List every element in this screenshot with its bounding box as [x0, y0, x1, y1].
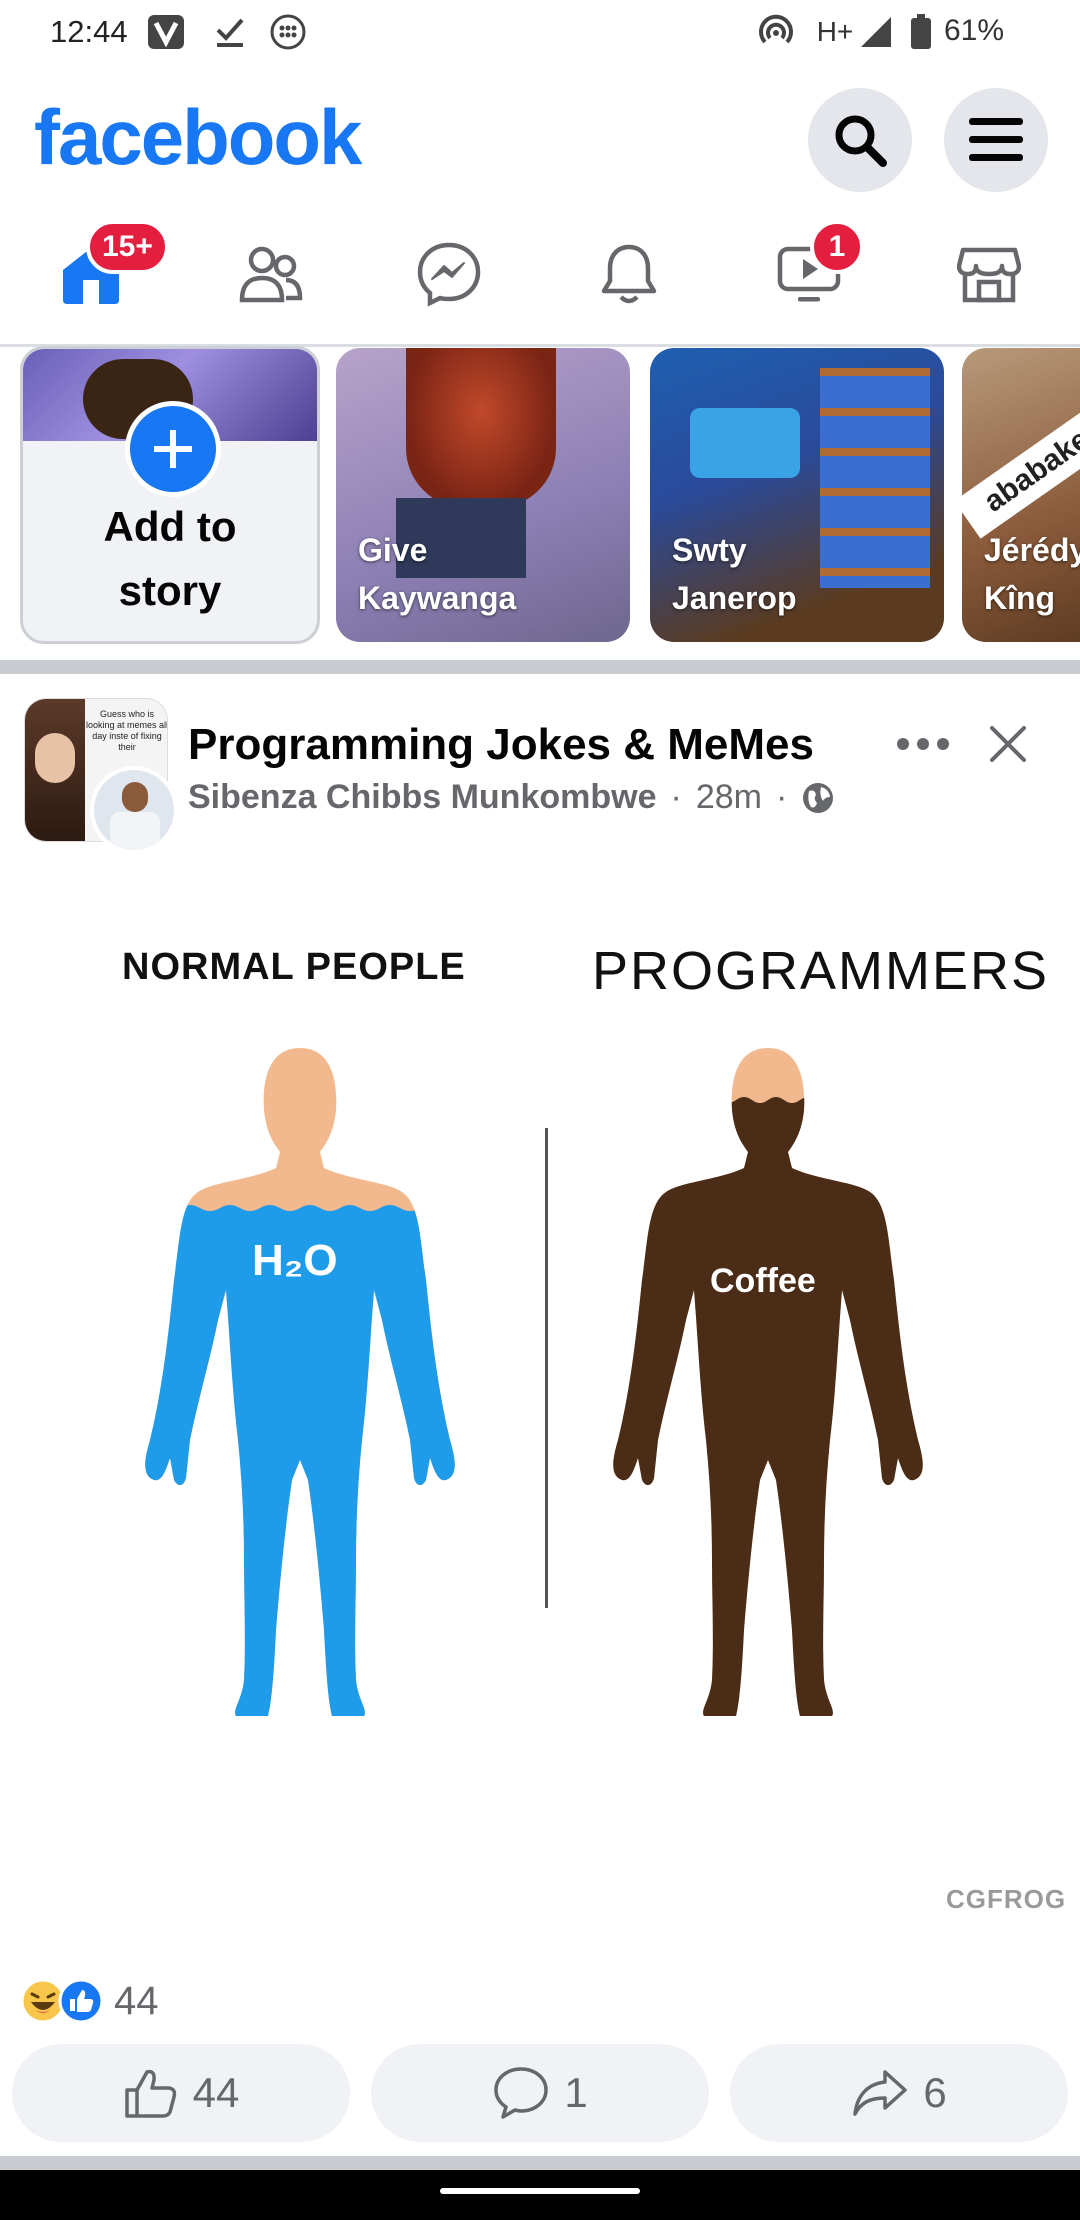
meta-separator: · — [670, 778, 682, 816]
comment-icon — [494, 2067, 549, 2119]
menu-button[interactable] — [944, 88, 1048, 192]
meme-left-label: H₂O — [252, 1236, 338, 1285]
like-reaction-icon — [58, 1978, 104, 2024]
close-icon — [990, 726, 1026, 762]
status-bar: 12:44 H+ 61% — [0, 0, 1080, 66]
post-author[interactable]: Sibenza Chibbs Munkombwe — [188, 778, 656, 817]
hotspot-icon — [756, 14, 796, 50]
meme-watermark: CGFROG — [946, 1884, 1067, 1914]
post-options-button[interactable] — [896, 722, 950, 766]
section-divider — [0, 2156, 1080, 2170]
post-avatar-group[interactable]: Guess who is looking at memes all day in… — [24, 698, 178, 854]
hide-post-button[interactable] — [984, 720, 1032, 768]
friends-icon — [239, 246, 303, 303]
human-body-water — [145, 1048, 455, 1716]
marketplace-icon — [957, 247, 1021, 303]
system-nav-bar — [0, 2170, 1080, 2220]
add-story-button[interactable] — [125, 401, 221, 497]
share-button[interactable]: 6 — [730, 2044, 1068, 2142]
status-time: 12:44 — [50, 14, 128, 49]
post-meta: Sibenza Chibbs Munkombwe · 28m · — [188, 778, 835, 817]
tab-marketplace[interactable] — [914, 224, 1064, 324]
comment-button[interactable]: 1 — [371, 2044, 709, 2142]
hamburger-menu-icon — [969, 118, 1023, 161]
share-arrow-icon — [853, 2070, 908, 2116]
meta-separator: · — [775, 778, 788, 816]
globe-icon — [803, 782, 834, 813]
bell-icon — [601, 244, 657, 304]
tab-notifications[interactable] — [554, 224, 704, 324]
reaction-count: 44 — [114, 1978, 159, 2023]
tab-messenger[interactable] — [374, 224, 524, 324]
meme-left-heading: NORMAL PEOPLE — [122, 946, 466, 988]
meme-right-label: Coffee — [710, 1262, 816, 1300]
story-card[interactable]: Give Kaywanga — [336, 348, 630, 642]
plus-icon — [154, 430, 192, 468]
comment-count: 1 — [564, 2069, 588, 2116]
add-story-label: Add to story — [103, 503, 237, 614]
tab-home[interactable]: 15+ — [16, 220, 169, 324]
battery-icon — [908, 14, 934, 50]
network-type: H+ — [816, 16, 854, 47]
story-author-name: Swty Janerop — [672, 532, 797, 616]
story-author-name: Give Kaywanga — [358, 532, 517, 616]
app-notification-icon — [146, 14, 186, 50]
search-button[interactable] — [808, 88, 912, 192]
post-time[interactable]: 28m — [696, 778, 762, 817]
meme-divider — [545, 1128, 548, 1608]
battery-percent: 61% — [944, 14, 1005, 47]
avatar-caption: Guess who is looking at memes all day in… — [85, 709, 168, 752]
facebook-logo[interactable]: facebook — [34, 92, 362, 183]
tab-video[interactable]: 1 — [734, 220, 884, 324]
post-image[interactable]: NORMAL PEOPLE PROGRAMMERS H₂O Coffee CGF… — [0, 860, 1080, 1940]
search-icon — [835, 115, 887, 167]
signal-icon — [858, 14, 894, 50]
more-dots-icon — [897, 738, 949, 750]
tab-friends[interactable] — [196, 224, 346, 324]
story-author-name: Jérédy Kîng — [984, 532, 1080, 616]
story-create[interactable]: Add to story — [20, 346, 320, 644]
like-count: 44 — [192, 2069, 240, 2116]
story-card[interactable]: ababake Jérédy Kîng — [962, 348, 1080, 642]
meme-right-heading: PROGRAMMERS — [592, 941, 1050, 1001]
share-count: 6 — [923, 2069, 947, 2116]
home-notification-badge: 15+ — [86, 220, 169, 274]
video-notification-badge: 1 — [810, 220, 864, 274]
reactions-summary[interactable]: 44 — [20, 1976, 159, 2026]
post-page-name[interactable]: Programming Jokes & MeMes — [188, 720, 814, 770]
section-divider — [0, 660, 1080, 674]
like-button[interactable]: 44 — [12, 2044, 350, 2142]
gesture-handle[interactable] — [440, 2188, 640, 2194]
author-avatar — [90, 766, 178, 854]
messenger-icon — [417, 242, 481, 307]
download-done-icon — [210, 14, 250, 50]
human-body-coffee — [613, 1048, 923, 1716]
thumbs-up-icon — [124, 2069, 176, 2118]
story-card[interactable]: Swty Janerop — [650, 348, 944, 642]
dots-app-icon — [268, 14, 308, 50]
story-overlay-text: ababake — [962, 403, 1080, 539]
